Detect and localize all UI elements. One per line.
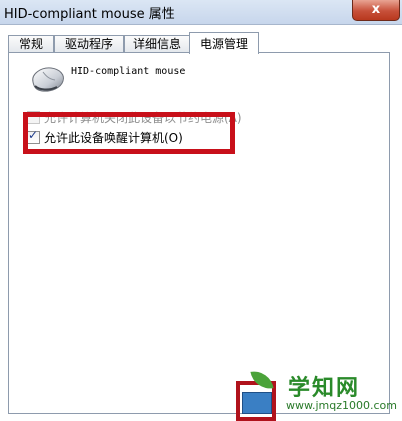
tab-details[interactable]: 详细信息 (124, 35, 190, 53)
tab-strip: 常规 驱动程序 详细信息 电源管理 (8, 32, 398, 54)
device-name: HID-compliant mouse (71, 66, 186, 77)
window-title: HID-compliant mouse 属性 (4, 7, 175, 22)
tab-driver-label: 驱动程序 (64, 37, 113, 51)
tab-power-management-label: 电源管理 (199, 37, 248, 51)
watermark-url: www.jmqz1000.com (286, 399, 397, 412)
tab-general-label: 常规 (18, 37, 43, 51)
title-bar: HID-compliant mouse 属性 x (0, 0, 402, 25)
tab-driver[interactable]: 驱动程序 (54, 35, 124, 53)
mouse-icon (32, 67, 64, 92)
watermark: 学知网 www.jmqz1000.com (236, 356, 402, 421)
highlight-box (23, 112, 235, 154)
tab-power-management[interactable]: 电源管理 (189, 32, 259, 54)
close-icon: x (371, 2, 381, 17)
watermark-title: 学知网 (288, 376, 361, 401)
tab-details-label: 详细信息 (132, 37, 181, 51)
tab-general[interactable]: 常规 (8, 35, 54, 53)
mail-icon (242, 392, 272, 414)
close-button[interactable]: x (352, 0, 400, 21)
